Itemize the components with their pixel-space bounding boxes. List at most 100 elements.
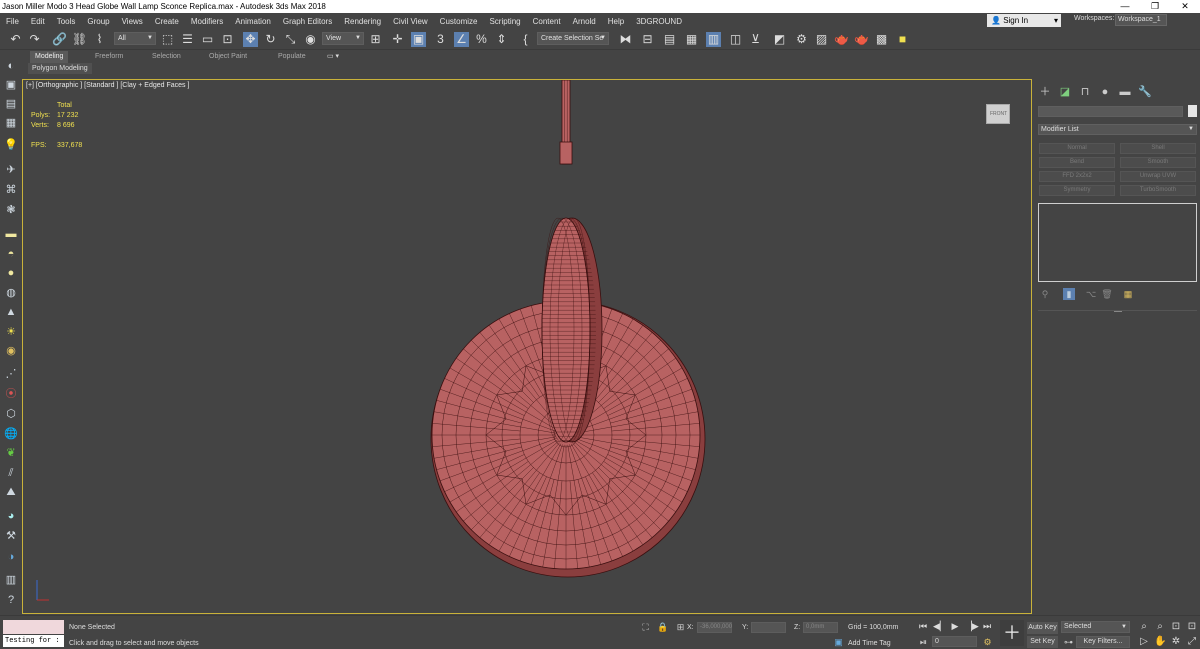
next-frame-icon[interactable]: ▕▶ bbox=[965, 621, 979, 632]
unlink-icon[interactable]: ⛓ bbox=[72, 32, 87, 47]
modifier-symmetry-button[interactable]: Symmetry bbox=[1039, 185, 1115, 196]
create-tab-icon[interactable]: ＋ bbox=[1038, 85, 1052, 99]
spinner-snap-icon[interactable]: ⇕ bbox=[494, 32, 509, 47]
link-icon[interactable]: 🔗 bbox=[52, 32, 67, 47]
zoom-icon[interactable]: ⌕ bbox=[1138, 621, 1150, 633]
minimize-button[interactable]: — bbox=[1110, 0, 1140, 13]
helper-icon[interactable]: ⌘ bbox=[4, 183, 18, 197]
select-and-scale-icon[interactable]: ⤡ bbox=[283, 32, 298, 47]
menu-modifiers[interactable]: Modifiers bbox=[185, 17, 229, 26]
menu-help[interactable]: Help bbox=[602, 17, 630, 26]
named-selection-dropdown[interactable]: Create Selection Se ▼ bbox=[537, 32, 609, 45]
angle-snap-icon[interactable]: ∠ bbox=[454, 32, 469, 47]
menu-file[interactable]: File bbox=[0, 17, 25, 26]
menu-scripting[interactable]: Scripting bbox=[483, 17, 526, 26]
align-icon[interactable]: ⊟ bbox=[640, 32, 655, 47]
rectangular-selection-icon[interactable]: ▭ bbox=[200, 32, 215, 47]
play-icon[interactable]: ▶ bbox=[949, 621, 961, 632]
scene-explorer-icon[interactable]: ▤ bbox=[662, 32, 677, 47]
current-frame-field[interactable]: 0 bbox=[932, 636, 977, 647]
cone-icon[interactable]: ▲ bbox=[4, 305, 18, 319]
menu-content[interactable]: Content bbox=[527, 17, 567, 26]
render-iterative-icon[interactable]: 🫖 bbox=[854, 32, 869, 47]
menu-customize[interactable]: Customize bbox=[434, 17, 484, 26]
zoom-all-icon[interactable]: ⌕ bbox=[1154, 621, 1166, 633]
orbit-icon[interactable]: ✲ bbox=[1170, 636, 1182, 648]
globe-icon[interactable]: 🌐 bbox=[4, 427, 18, 441]
key-filter-toggle-icon[interactable]: ⊶ bbox=[1063, 637, 1074, 648]
menu-create[interactable]: Create bbox=[149, 17, 185, 26]
modifier-list-dropdown[interactable]: Modifier List ▼ bbox=[1038, 124, 1197, 135]
lamp-model[interactable] bbox=[23, 80, 1032, 614]
configure-modifier-sets-icon[interactable]: ▦ bbox=[1122, 288, 1134, 300]
auto-key-button[interactable]: Auto Key bbox=[1027, 622, 1058, 634]
box-icon[interactable]: ▬ bbox=[4, 227, 18, 241]
show-end-result-icon[interactable]: ▮ bbox=[1063, 288, 1075, 300]
viewcube[interactable]: FRONT bbox=[986, 104, 1010, 124]
modifier-normal-button[interactable]: Normal bbox=[1039, 143, 1115, 154]
grid-icon[interactable]: ▦ bbox=[4, 116, 18, 130]
zoom-extents-all-icon[interactable]: ⊡ bbox=[1186, 621, 1198, 633]
key-selection-set-dropdown[interactable]: Selected ▼ bbox=[1061, 621, 1130, 633]
rendered-frame-window-icon[interactable]: ▨ bbox=[814, 32, 829, 47]
camera-icon[interactable]: ✈ bbox=[4, 163, 18, 177]
key-filters-button[interactable]: Key Filters... bbox=[1076, 636, 1130, 648]
spline-icon[interactable]: ⋰ bbox=[4, 367, 18, 381]
sphere-icon[interactable]: ● bbox=[4, 266, 18, 280]
stairs-icon[interactable]: ⫽ bbox=[4, 466, 18, 480]
set-keys-icon[interactable]: ＋ bbox=[1000, 620, 1024, 646]
menu-rendering[interactable]: Rendering bbox=[338, 17, 387, 26]
hierarchy-tab-icon[interactable]: ⊓ bbox=[1078, 85, 1092, 99]
compound-icon[interactable]: ⬡ bbox=[4, 407, 18, 421]
menu-graph-editors[interactable]: Graph Editors bbox=[277, 17, 338, 26]
y-coord-field[interactable] bbox=[751, 622, 786, 633]
previous-frame-icon[interactable]: ◀▏ bbox=[933, 621, 947, 632]
absolute-mode-icon[interactable]: ⊞ bbox=[675, 622, 686, 633]
add-time-tag[interactable]: Add Time Tag bbox=[848, 640, 891, 647]
percent-snap-icon[interactable]: % bbox=[474, 32, 489, 47]
remove-modifier-icon[interactable]: 🗑 bbox=[1101, 288, 1113, 300]
modifier-shell-button[interactable]: Shell bbox=[1120, 143, 1196, 154]
maxscript-mini-listener[interactable] bbox=[3, 620, 64, 634]
modifier-turbosmooth-button[interactable]: TurboSmooth bbox=[1120, 185, 1196, 196]
modifier-smooth-button[interactable]: Smooth bbox=[1120, 157, 1196, 168]
ribbon-panel-label[interactable]: Polygon Modeling bbox=[28, 63, 92, 74]
undo-icon[interactable]: ↶ bbox=[8, 32, 23, 47]
viewport[interactable]: [+] [Orthographic ] [Standard ] [Clay + … bbox=[22, 79, 1032, 614]
menu-views[interactable]: Views bbox=[116, 17, 149, 26]
snaps-toggle-icon[interactable]: 3 bbox=[433, 32, 448, 47]
set-key-button[interactable]: Set Key bbox=[1027, 636, 1058, 648]
object-color-swatch[interactable] bbox=[1188, 105, 1197, 117]
z-coord-field[interactable]: 0,0mm bbox=[803, 622, 838, 633]
select-and-place-icon[interactable]: ◉ bbox=[303, 32, 318, 47]
shape-icon[interactable]: ⦿ bbox=[4, 387, 18, 401]
menu-animation[interactable]: Animation bbox=[229, 17, 277, 26]
select-manipulate-icon[interactable]: ✛ bbox=[390, 32, 405, 47]
selection-lock-icon[interactable]: 🔒 bbox=[657, 622, 668, 633]
isolate-selection-icon[interactable]: ⛶ bbox=[640, 622, 651, 633]
time-tag-icon[interactable]: ▣ bbox=[833, 637, 844, 648]
keyboard-shortcut-override-icon[interactable]: ▣ bbox=[411, 32, 426, 47]
sign-in-dropdown[interactable]: 👤 Sign In ▾ bbox=[987, 14, 1061, 27]
menu-3dground[interactable]: 3DGROUND bbox=[630, 17, 688, 26]
menu-arnold[interactable]: Arnold bbox=[567, 17, 602, 26]
zoom-extents-icon[interactable]: ⊡ bbox=[1170, 621, 1182, 633]
help-icon[interactable]: ? bbox=[4, 593, 18, 607]
menu-tools[interactable]: Tools bbox=[51, 17, 82, 26]
modify-tab-icon[interactable]: ◪ bbox=[1058, 85, 1072, 99]
select-and-move-icon[interactable]: ✥ bbox=[243, 32, 258, 47]
mirror-icon[interactable]: ⧓ bbox=[618, 32, 633, 47]
modifier-unwrap-uvw-button[interactable]: Unwrap UVW bbox=[1120, 171, 1196, 182]
material-sphere-icon[interactable]: ◕ bbox=[4, 509, 18, 523]
sun-icon[interactable]: ☀ bbox=[4, 325, 18, 339]
a360-gallery-icon[interactable]: ■ bbox=[895, 32, 910, 47]
redo-icon[interactable]: ↷ bbox=[27, 32, 42, 47]
hierarchy-icon[interactable]: ▥ bbox=[4, 573, 18, 587]
make-unique-icon[interactable]: ⌥ bbox=[1085, 288, 1097, 300]
material-editor-icon[interactable]: ◩ bbox=[772, 32, 787, 47]
menu-edit[interactable]: Edit bbox=[25, 17, 51, 26]
pivot-center-icon[interactable]: ⊞ bbox=[368, 32, 383, 47]
curve-editor-icon[interactable]: ◫ bbox=[728, 32, 743, 47]
reference-coordinate-dropdown[interactable]: View ▼ bbox=[322, 32, 364, 45]
panel-resize-grip[interactable] bbox=[1114, 311, 1122, 313]
